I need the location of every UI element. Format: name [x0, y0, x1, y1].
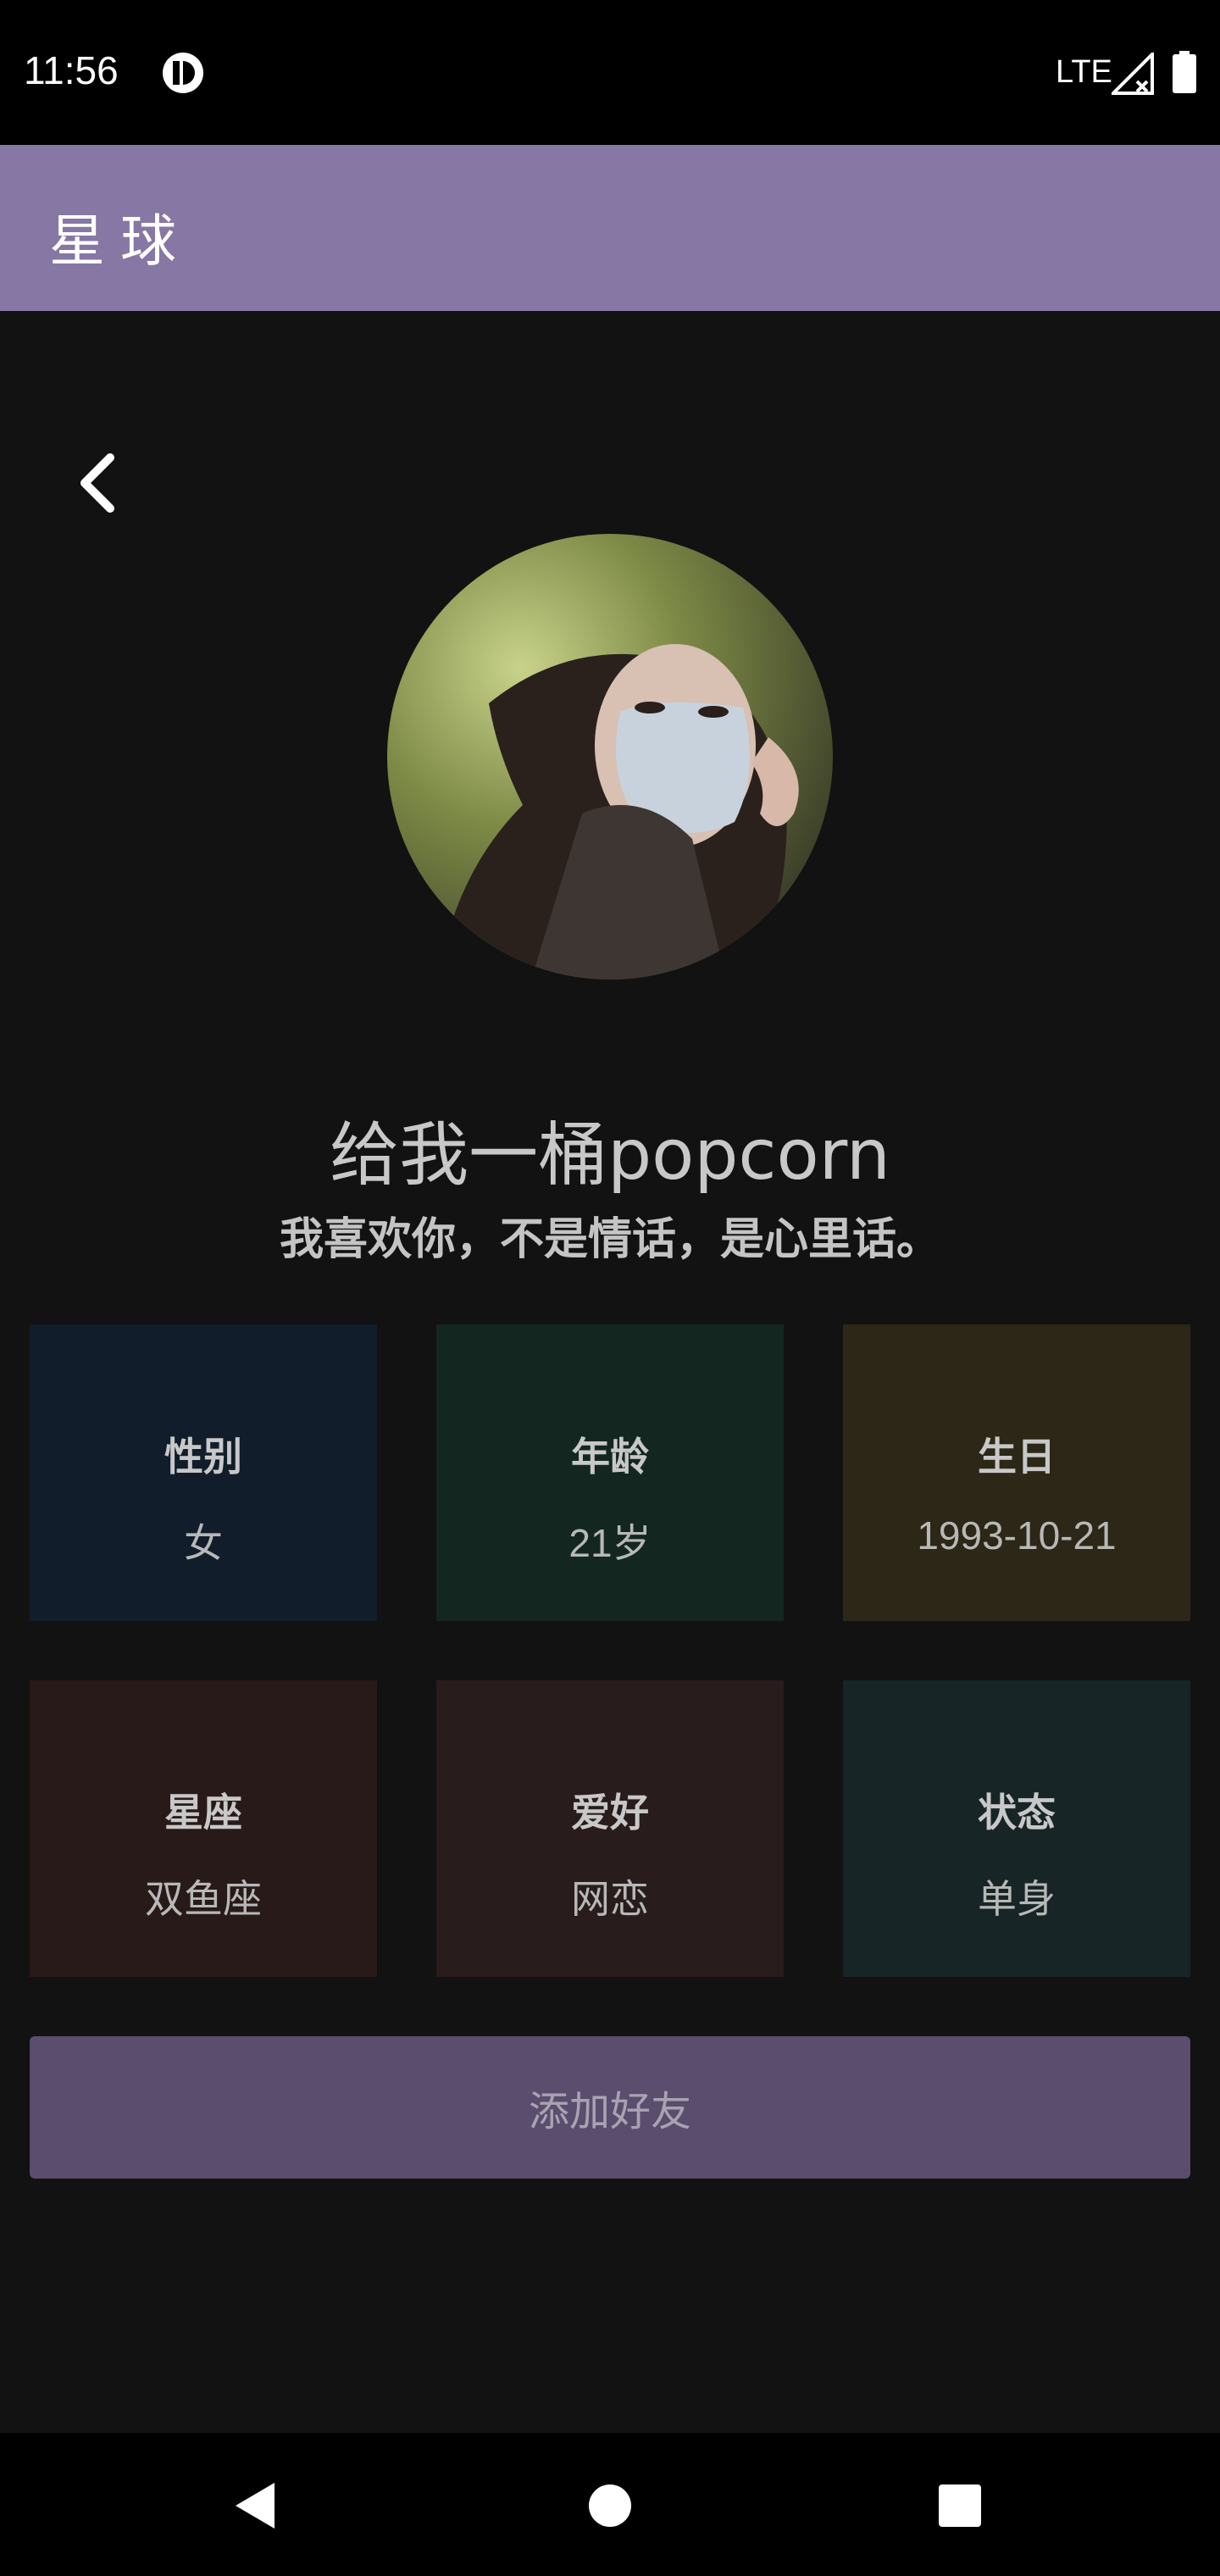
info-card-zodiac: 星座 双鱼座 — [30, 1680, 377, 1977]
status-bar: 11:56 LTE — [0, 0, 1220, 145]
status-time: 11:56 — [24, 48, 119, 92]
navigation-bar — [0, 2433, 1220, 2576]
nav-recents-icon[interactable] — [938, 2484, 982, 2528]
info-card-value: 女 — [184, 1521, 223, 1565]
info-card-birthday: 生日 1993-10-21 — [843, 1324, 1190, 1621]
network-type: LTE — [1056, 54, 1112, 90]
info-card-value: 1993-10-21 — [917, 1513, 1117, 1557]
app-bar: 星球 — [0, 145, 1220, 311]
app-title: 星球 — [49, 208, 191, 274]
app-notification-icon — [163, 53, 203, 93]
profile-motto: 我喜欢你，不是情话，是心里话。 — [279, 1214, 940, 1265]
back-arrow-icon[interactable] — [68, 449, 127, 517]
info-card-label: 性别 — [164, 1434, 242, 1480]
info-card-label: 状态 — [978, 1790, 1056, 1835]
info-card-label: 生日 — [978, 1434, 1056, 1480]
info-card-label: 爱好 — [571, 1790, 649, 1835]
nav-back-icon[interactable] — [230, 2479, 278, 2532]
battery-icon — [1173, 51, 1196, 93]
info-card-value: 单身 — [978, 1877, 1056, 1921]
profile-name: 给我一桶popcorn — [330, 1115, 890, 1196]
info-card-status: 状态 单身 — [843, 1680, 1190, 1977]
info-card-label: 年龄 — [571, 1434, 649, 1480]
add-friend-button[interactable]: 添加好友 — [30, 2036, 1190, 2179]
info-card-value: 网恋 — [571, 1877, 649, 1921]
avatar-photo — [387, 534, 833, 980]
info-card-value: 双鱼座 — [145, 1877, 262, 1921]
info-card-gender: 性别 女 — [30, 1324, 377, 1621]
signal-icon — [1112, 53, 1154, 95]
avatar[interactable] — [387, 534, 833, 980]
info-card-label: 星座 — [164, 1790, 242, 1835]
info-card-value: 21岁 — [568, 1521, 652, 1565]
info-card-age: 年龄 21岁 — [436, 1324, 784, 1621]
nav-home-icon[interactable] — [588, 2484, 632, 2528]
info-card-hobby: 爱好 网恋 — [436, 1680, 784, 1977]
